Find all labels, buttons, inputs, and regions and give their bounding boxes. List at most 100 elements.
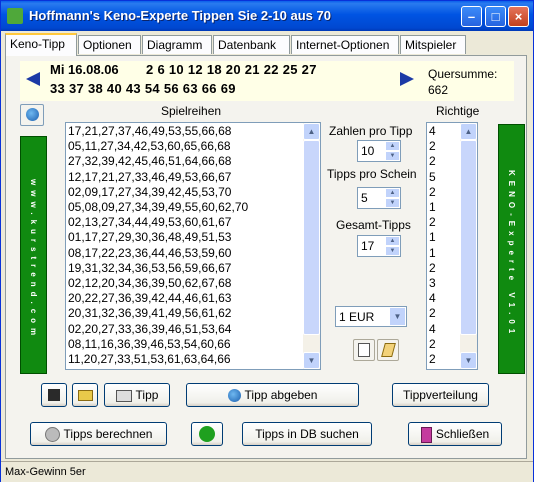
richtige-row[interactable]: 2 xyxy=(429,139,436,154)
richtige-row[interactable]: 4 xyxy=(429,291,436,306)
tab-keno-tipp[interactable]: Keno-Tipp xyxy=(5,33,77,56)
richtige-row[interactable]: 2 xyxy=(429,352,436,367)
spielreihe-row[interactable]: 02,12,20,34,36,39,50,62,67,68 xyxy=(68,276,248,291)
maximize-button[interactable]: □ xyxy=(485,6,506,27)
keno-tipp-panel: Mi 16.08.06 2 6 10 12 18 20 21 22 25 27 … xyxy=(5,55,527,459)
printer-icon xyxy=(115,389,132,402)
schliessen-button[interactable]: Schließen xyxy=(408,422,502,446)
spielreihe-row[interactable]: 01,17,27,29,30,36,48,49,51,53 xyxy=(68,230,248,245)
website-text: www.kurstrend.com xyxy=(29,179,38,341)
spielreihen-scrollbar[interactable]: ▲ ▼ xyxy=(303,123,320,369)
print-tipp-button[interactable]: Tipp xyxy=(104,383,170,407)
spielreihe-row[interactable]: 02,20,27,33,36,39,46,51,53,64 xyxy=(68,322,248,337)
spielreihen-header: Spielreihen xyxy=(161,104,222,118)
scroll-thumb[interactable] xyxy=(303,140,320,335)
tipps-db-suchen-button[interactable]: Tipps in DB suchen xyxy=(242,422,372,446)
scroll-up-icon[interactable]: ▲ xyxy=(303,123,320,140)
tab-optionen[interactable]: Optionen xyxy=(78,35,141,54)
spielreihe-row[interactable]: 08,11,16,36,39,46,53,54,60,66 xyxy=(68,337,248,352)
document-icon xyxy=(358,343,370,357)
spielreihe-row[interactable]: 19,31,32,34,36,53,56,59,66,67 xyxy=(68,261,248,276)
stepper-up-icon[interactable]: ▲ xyxy=(385,236,400,246)
spielreihe-row[interactable]: 17,21,27,37,46,49,53,55,66,68 xyxy=(68,124,248,139)
arrow-left-icon[interactable] xyxy=(26,72,40,86)
richtige-row[interactable]: 1 xyxy=(429,230,436,245)
richtige-row[interactable]: 2 xyxy=(429,185,436,200)
richtige-row[interactable]: 3 xyxy=(429,276,436,291)
scroll-up-icon[interactable]: ▲ xyxy=(460,123,477,140)
richtige-row[interactable]: 5 xyxy=(429,170,436,185)
schliessen-label: Schließen xyxy=(435,427,490,441)
print-preview-button[interactable] xyxy=(353,339,375,361)
stepper-up-icon[interactable]: ▲ xyxy=(385,141,400,151)
spielreihe-row[interactable]: 05,11,27,34,42,53,60,65,66,68 xyxy=(68,139,248,154)
globe-icon xyxy=(227,389,241,403)
clover-button[interactable] xyxy=(191,422,223,446)
tipps-db-suchen-label: Tipps in DB suchen xyxy=(255,427,359,441)
save-button[interactable] xyxy=(41,383,67,407)
spielreihe-row[interactable]: 20,22,27,36,39,42,44,46,61,63 xyxy=(68,291,248,306)
richtige-row[interactable]: 2 xyxy=(429,154,436,169)
gesamt-tipps-stepper[interactable]: 17 ▲ ▼ xyxy=(357,235,401,257)
tipp-abgeben-button[interactable]: Tipp abgeben xyxy=(186,383,359,407)
richtige-row[interactable]: 1 xyxy=(429,246,436,261)
close-button[interactable]: × xyxy=(508,6,529,27)
tipps-pro-schein-label: Tipps pro Schein xyxy=(327,167,417,181)
tipps-pro-schein-value: 5 xyxy=(361,191,368,205)
chevron-down-icon[interactable]: ▼ xyxy=(389,307,406,326)
stepper-up-icon[interactable]: ▲ xyxy=(385,188,400,198)
tippverteilung-button[interactable]: Tippverteilung xyxy=(392,383,489,407)
tab-internet-optionen[interactable]: Internet-Optionen xyxy=(291,35,399,54)
richtige-row[interactable]: 2 xyxy=(429,306,436,321)
spielreihen-list[interactable]: 17,21,27,37,46,49,53,55,66,68 05,11,27,34… xyxy=(65,122,321,370)
currency-select[interactable]: 1 EUR ▼ xyxy=(335,306,407,327)
spielreihe-row[interactable]: 20,31,32,36,39,41,49,56,61,62 xyxy=(68,306,248,321)
zahlen-pro-tipp-value: 10 xyxy=(361,144,375,158)
spielreihe-row[interactable]: 27,32,39,42,45,46,51,64,66,68 xyxy=(68,154,248,169)
richtige-row[interactable]: 2 xyxy=(429,337,436,352)
open-button[interactable] xyxy=(72,383,98,407)
stepper-down-icon[interactable]: ▼ xyxy=(385,151,400,161)
globe-button[interactable] xyxy=(20,104,44,126)
status-bar: Max-Gewinn 5er xyxy=(1,461,533,482)
tab-datenbank[interactable]: Datenbank xyxy=(213,35,290,54)
tippverteilung-label: Tippverteilung xyxy=(403,388,478,402)
stepper-down-icon[interactable]: ▼ xyxy=(385,246,400,256)
website-banner[interactable]: www.kurstrend.com xyxy=(20,136,47,374)
spielreihe-row[interactable]: 12,17,21,27,33,46,49,53,66,67 xyxy=(68,170,248,185)
edit-button[interactable] xyxy=(377,339,399,361)
richtige-row[interactable]: 2 xyxy=(429,261,436,276)
scroll-down-icon[interactable]: ▼ xyxy=(460,352,477,369)
currency-value: 1 EUR xyxy=(339,310,375,324)
richtige-row[interactable]: 1 xyxy=(429,200,436,215)
spielreihe-row[interactable]: 02,09,17,27,34,39,42,45,53,70 xyxy=(68,185,248,200)
tipps-berechnen-button[interactable]: Tipps berechnen xyxy=(30,422,167,446)
tab-mitspieler[interactable]: Mitspieler xyxy=(400,35,466,54)
scroll-down-icon[interactable]: ▼ xyxy=(303,352,320,369)
tab-diagramm[interactable]: Diagramm xyxy=(142,35,212,54)
product-text: KENO-Experte V1.01 xyxy=(507,169,516,339)
title-bar[interactable]: Hoffmann's Keno-Experte Tippen Sie 2-10 … xyxy=(1,1,533,31)
spielreihe-row[interactable]: 02,13,27,34,44,49,53,60,61,67 xyxy=(68,215,248,230)
print-tipp-label: Tipp xyxy=(135,388,159,402)
quersumme-value: 662 xyxy=(428,83,449,97)
minimize-button[interactable]: – xyxy=(461,6,482,27)
spielreihe-row[interactable]: 11,20,27,33,51,53,61,63,64,66 xyxy=(68,352,248,367)
richtige-row[interactable]: 2 xyxy=(429,215,436,230)
zahlen-pro-tipp-stepper[interactable]: 10 ▲ ▼ xyxy=(357,140,401,162)
stepper-down-icon[interactable]: ▼ xyxy=(385,198,400,208)
globe-icon xyxy=(26,108,39,121)
spielreihe-row[interactable]: 05,08,09,27,34,39,49,55,60,62,70 xyxy=(68,200,248,215)
product-banner: KENO-Experte V1.01 xyxy=(498,124,525,374)
draw-results-box: Mi 16.08.06 2 6 10 12 18 20 21 22 25 27 … xyxy=(20,61,514,101)
tipps-pro-schein-stepper[interactable]: 5 ▲ ▼ xyxy=(357,187,401,209)
spielreihe-row[interactable]: 08,17,22,23,36,44,46,53,59,60 xyxy=(68,246,248,261)
draw-numbers-line2: 33 37 38 40 43 54 56 63 66 69 xyxy=(50,81,236,96)
scroll-thumb[interactable] xyxy=(460,140,477,335)
pencil-icon xyxy=(381,343,396,357)
richtige-scrollbar[interactable]: ▲ ▼ xyxy=(460,123,477,369)
richtige-list[interactable]: 4225212112342422 ▲ ▼ xyxy=(426,122,478,370)
arrow-right-icon[interactable] xyxy=(400,72,414,86)
richtige-row[interactable]: 4 xyxy=(429,322,436,337)
richtige-row[interactable]: 4 xyxy=(429,124,436,139)
